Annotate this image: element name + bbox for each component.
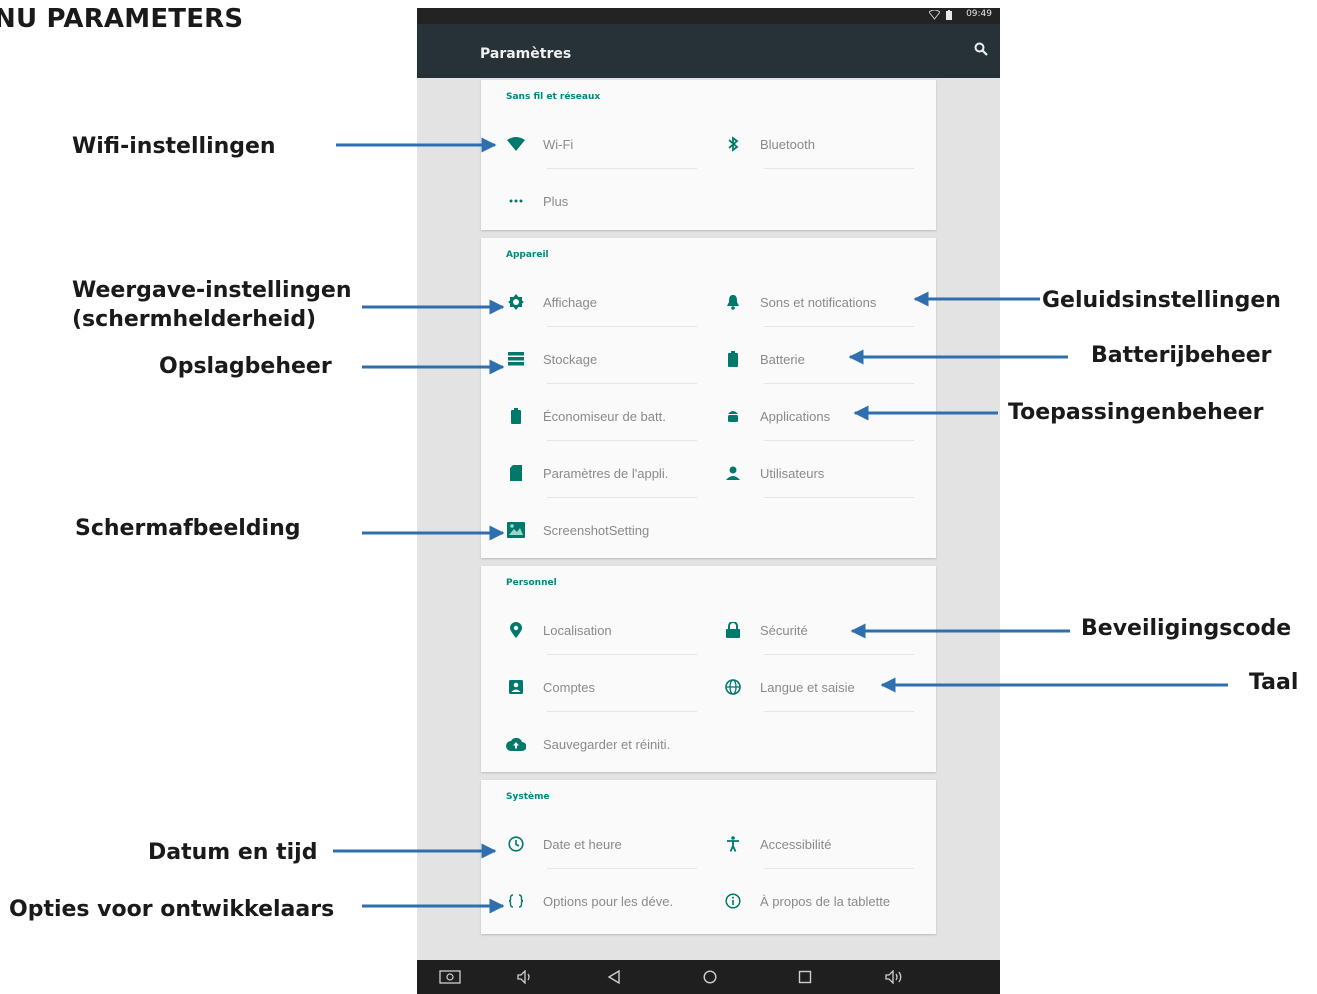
item-label: Applications (760, 408, 831, 424)
wifi-signal-icon (929, 10, 940, 20)
annotation-language: Taal (1249, 670, 1299, 695)
item-label: Utilisateurs (760, 465, 825, 481)
settings-item-accounts[interactable]: Comptes (506, 665, 701, 709)
settings-item-display[interactable]: Affichage (506, 280, 701, 324)
section-title-wireless: Sans fil et réseaux (506, 92, 601, 102)
item-label: Sauvegarder et réiniti. (543, 736, 671, 752)
volume-up-icon[interactable] (884, 968, 906, 986)
status-bar: 09:49 (417, 8, 1000, 24)
annotation-apps: Toepassingenbeheer (1008, 400, 1264, 425)
item-label: Accessibilité (760, 836, 832, 852)
annotation-wifi: Wifi-instellingen (72, 134, 276, 159)
item-label: Localisation (543, 622, 612, 638)
more-dots-icon (506, 191, 526, 211)
storage-icon (506, 349, 526, 369)
back-icon[interactable] (603, 968, 625, 986)
settings-item-app-settings[interactable]: Paramètres de l'appli. (506, 451, 701, 495)
settings-item-apps[interactable]: Applications (723, 394, 918, 438)
item-label: Stockage (543, 351, 598, 367)
status-time: 09:49 (966, 9, 992, 19)
settings-item-language[interactable]: Langue et saisie (723, 665, 918, 709)
settings-item-more[interactable]: Plus (506, 179, 701, 223)
settings-item-security[interactable]: Sécurité (723, 608, 918, 652)
account-box-icon (506, 677, 526, 697)
settings-item-accessibility[interactable]: Accessibilité (723, 822, 918, 866)
annotation-storage: Opslagbeheer (159, 354, 332, 379)
recent-apps-icon[interactable] (794, 968, 816, 986)
globe-icon (723, 677, 743, 697)
section-title-system: Système (506, 792, 550, 802)
settings-item-users[interactable]: Utilisateurs (723, 451, 918, 495)
clock-icon (506, 834, 526, 854)
sd-card-icon (506, 463, 526, 483)
tablet-screen: 09:49 Paramètres Sans fil et réseaux Wi-… (417, 8, 1000, 994)
annotation-display-line1: Weergave-instellingen (72, 278, 352, 303)
item-label: Économiseur de batt. (543, 408, 666, 424)
info-icon (723, 891, 743, 911)
battery-saver-icon (506, 406, 526, 426)
lock-icon (723, 620, 743, 640)
item-label: Sécurité (760, 622, 808, 638)
card-wireless-networks: Sans fil et réseaux Wi-Fi Bluetooth Plus (481, 80, 936, 230)
bell-icon (723, 292, 743, 312)
bluetooth-icon (723, 134, 743, 154)
item-label: Options pour les déve. (543, 893, 674, 909)
settings-item-about[interactable]: À propos de la tablette (723, 879, 918, 923)
card-personal: Personnel Localisation Sécurité Comptes … (481, 566, 936, 772)
settings-item-developer[interactable]: Options pour les déve. (506, 879, 701, 923)
item-label: Sons et notifications (760, 294, 877, 310)
settings-item-sound[interactable]: Sons et notifications (723, 280, 918, 324)
settings-item-backup[interactable]: Sauvegarder et réiniti. (506, 722, 701, 766)
item-label: ScreenshotSetting (543, 522, 650, 538)
volume-down-icon[interactable] (514, 968, 536, 986)
settings-item-storage[interactable]: Stockage (506, 337, 701, 381)
cloud-upload-icon (506, 734, 526, 754)
annotation-developer: Opties voor ontwikkelaars (9, 897, 335, 922)
item-label: Affichage (543, 294, 597, 310)
annotation-display-line2: (schermhelderheid) (72, 307, 317, 332)
annotation-security: Beveiligingscode (1081, 616, 1292, 641)
screenshot-icon (506, 520, 526, 540)
card-device: Appareil Affichage Sons et notifications… (481, 238, 936, 558)
item-label: Paramètres de l'appli. (543, 465, 669, 481)
item-label: Wi-Fi (543, 136, 574, 152)
item-label: Bluetooth (760, 136, 815, 152)
section-title-personal: Personnel (506, 578, 557, 588)
section-title-device: Appareil (506, 250, 549, 260)
item-label: À propos de la tablette (760, 893, 891, 909)
app-bar-title: Paramètres (480, 46, 572, 62)
search-icon[interactable] (974, 42, 988, 61)
annotation-sound: Geluidsinstellingen (1042, 288, 1281, 313)
brightness-icon (506, 292, 526, 312)
annotation-screenshot: Schermafbeelding (75, 516, 301, 541)
app-bar: Paramètres (417, 24, 1000, 78)
settings-item-datetime[interactable]: Date et heure (506, 822, 701, 866)
home-icon[interactable] (699, 968, 721, 986)
navigation-bar (417, 960, 1000, 994)
item-label: Batterie (760, 351, 805, 367)
settings-item-battery-saver[interactable]: Économiseur de batt. (506, 394, 701, 438)
location-pin-icon (506, 620, 526, 640)
settings-item-screenshot[interactable]: ScreenshotSetting (506, 508, 701, 552)
battery-icon (946, 10, 952, 20)
accessibility-icon (723, 834, 743, 854)
item-label: Date et heure (543, 836, 622, 852)
battery-icon (723, 349, 743, 369)
wifi-icon (506, 134, 526, 154)
card-system: Système Date et heure Accessibilité Opti… (481, 780, 936, 934)
page-heading: NU PARAMETERS (0, 4, 244, 34)
settings-item-bluetooth[interactable]: Bluetooth (723, 122, 918, 166)
android-icon (723, 406, 743, 426)
settings-item-wifi[interactable]: Wi-Fi (506, 122, 701, 166)
item-label: Comptes (543, 679, 596, 695)
annotation-battery: Batterijbeheer (1091, 343, 1272, 368)
code-braces-icon (506, 891, 526, 911)
settings-item-battery[interactable]: Batterie (723, 337, 918, 381)
item-label: Langue et saisie (760, 679, 855, 695)
settings-item-location[interactable]: Localisation (506, 608, 701, 652)
item-label: Plus (543, 193, 569, 209)
screenshot-button-icon[interactable] (439, 968, 461, 986)
annotation-datetime: Datum en tijd (148, 840, 318, 865)
user-icon (723, 463, 743, 483)
